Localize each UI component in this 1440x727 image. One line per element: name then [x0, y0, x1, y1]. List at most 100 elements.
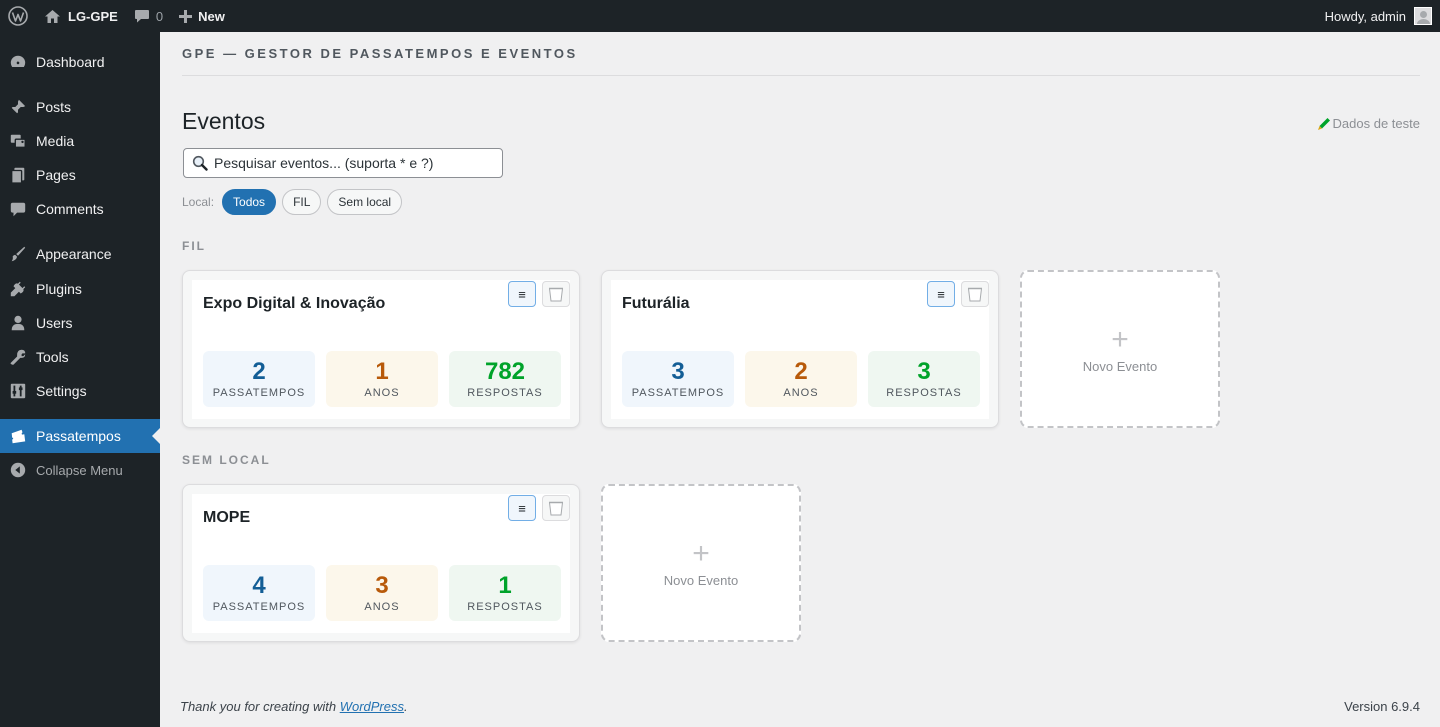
sidebar-item-label: Dashboard	[36, 54, 105, 70]
event-delete-button[interactable]	[542, 281, 570, 307]
event-name: Expo Digital & Inovação	[203, 295, 386, 312]
site-name: LG-GPE	[68, 8, 118, 24]
footer-thanks: Thank you for creating with WordPress.	[180, 699, 408, 714]
menu-icon: ≡	[518, 500, 526, 516]
stat-label: ANOS	[783, 386, 819, 399]
new-label: New	[198, 8, 225, 24]
comment-icon	[134, 9, 149, 22]
event-stats: 2 PASSATEMPOS 1 ANOS 782 RESPOSTAS	[203, 351, 561, 407]
sidebar-item-users[interactable]: Users	[0, 306, 160, 340]
group-title-fil: FIL	[182, 239, 206, 253]
wordpress-link[interactable]: WordPress	[340, 699, 404, 714]
event-card[interactable]: MOPE ≡ 4 PASSATEMPOS 3 ANOS 1 RESPOSTAS	[182, 484, 580, 642]
sidebar-item-label: Plugins	[36, 281, 82, 297]
test-data-label: Dados de teste	[1332, 116, 1420, 131]
stat-label: PASSATEMPOS	[212, 600, 306, 613]
sidebar-item-settings[interactable]: Settings	[0, 374, 160, 408]
search-box	[183, 148, 503, 178]
howdy-text: Howdy, admin	[1324, 8, 1406, 24]
new-event-label: Novo Evento	[663, 572, 739, 588]
search-input[interactable]	[214, 155, 494, 171]
sidebar-item-tools[interactable]: Tools	[0, 340, 160, 374]
settings-icon	[0, 382, 36, 400]
pushpin-icon	[0, 98, 36, 116]
event-delete-button[interactable]	[542, 495, 570, 521]
media-icon	[0, 132, 36, 150]
site-name-link[interactable]: LG-GPE	[36, 0, 126, 32]
brush-icon	[0, 245, 36, 263]
trash-icon	[548, 501, 564, 516]
my-account-link[interactable]: Howdy, admin	[1317, 0, 1440, 32]
plus-icon	[179, 9, 193, 23]
stat-label: PASSATEMPOS	[631, 386, 725, 399]
stat-label: ANOS	[364, 386, 400, 399]
filter-chip-sem-local[interactable]: Sem local	[327, 189, 403, 215]
wordpress-logo-icon[interactable]	[0, 0, 36, 32]
sidebar-item-label: Posts	[36, 99, 72, 115]
stat-value: 3	[917, 357, 931, 385]
event-menu-button[interactable]: ≡	[927, 281, 955, 307]
event-card[interactable]: Expo Digital & Inovação ≡ 2 PASSATEMPOS 1…	[182, 270, 580, 428]
filter-label: Local:	[182, 195, 215, 209]
sidebar-item-media[interactable]: Media	[0, 124, 160, 158]
sidebar-item-label: Collapse Menu	[36, 462, 123, 478]
stat-label: PASSATEMPOS	[212, 386, 306, 399]
sidebar-item-plugins[interactable]: Plugins	[0, 272, 160, 306]
stat-respostas: 3 RESPOSTAS	[868, 351, 980, 407]
wrench-icon	[0, 348, 36, 366]
sidebar-item-comments[interactable]: Comments	[0, 192, 160, 226]
new-event-label: Novo Evento	[1082, 358, 1158, 374]
new-event-card[interactable]: + Novo Evento	[1020, 270, 1220, 428]
location-filters: Local: Todos FIL Sem local	[182, 189, 403, 215]
stat-label: RESPOSTAS	[886, 386, 962, 399]
plugin-header: GPE — GESTOR DE PASSATEMPOS E EVENTOS	[182, 46, 578, 61]
stat-value: 782	[484, 357, 526, 385]
event-name: MOPE	[203, 509, 251, 526]
sidebar-item-label: Passatempos	[36, 428, 121, 444]
header-divider	[182, 75, 1420, 76]
event-delete-button[interactable]	[961, 281, 989, 307]
plus-icon: +	[1111, 322, 1129, 356]
trash-icon	[548, 287, 564, 302]
comment-icon	[0, 200, 36, 218]
event-card[interactable]: Futurália ≡ 3 PASSATEMPOS 2 ANOS 3 RESPOSTA…	[601, 270, 999, 428]
filter-chip-todos[interactable]: Todos	[222, 189, 277, 215]
stat-value: 3	[671, 357, 685, 385]
sidebar-item-dashboard[interactable]: Dashboard	[0, 45, 160, 79]
plugin-icon	[0, 280, 36, 298]
stat-value: 2	[794, 357, 808, 385]
event-menu-button[interactable]: ≡	[508, 495, 536, 521]
sidebar-item-pages[interactable]: Pages	[0, 158, 160, 192]
sidebar-item-label: Users	[36, 315, 73, 331]
sidebar-item-passatempos[interactable]: Passatempos	[0, 419, 160, 453]
stat-value: 3	[375, 571, 389, 599]
sidebar-item-label: Appearance	[36, 246, 112, 262]
page-title: Eventos	[182, 108, 266, 134]
new-event-card[interactable]: + Novo Evento	[601, 484, 801, 642]
collapse-icon	[0, 461, 36, 479]
footer-thanks-prefix: Thank you for creating with	[180, 699, 340, 714]
event-stats: 3 PASSATEMPOS 2 ANOS 3 RESPOSTAS	[622, 351, 980, 407]
test-data-link[interactable]: Dados de teste	[1317, 116, 1420, 131]
sidebar-item-posts[interactable]: Posts	[0, 90, 160, 124]
new-content-link[interactable]: New	[171, 0, 233, 32]
event-menu-button[interactable]: ≡	[508, 281, 536, 307]
sidebar-item-appearance[interactable]: Appearance	[0, 237, 160, 271]
stat-label: RESPOSTAS	[467, 600, 543, 613]
stat-anos: 2 ANOS	[745, 351, 857, 407]
stat-value: 2	[252, 357, 266, 385]
filter-chip-fil[interactable]: FIL	[282, 189, 322, 215]
stat-anos: 3 ANOS	[326, 565, 438, 621]
collapse-menu-button[interactable]: Collapse Menu	[0, 453, 160, 487]
search-icon	[192, 155, 208, 171]
event-stats: 4 PASSATEMPOS 3 ANOS 1 RESPOSTAS	[203, 565, 561, 621]
stat-anos: 1 ANOS	[326, 351, 438, 407]
menu-icon: ≡	[518, 286, 526, 302]
stat-value: 1	[498, 571, 512, 599]
event-card-body: Futurália ≡ 3 PASSATEMPOS 2 ANOS 3 RESPOSTA…	[611, 280, 989, 419]
footer-version: Version 6.9.4	[1344, 699, 1420, 714]
tickets-icon	[0, 427, 36, 445]
comments-count: 0	[155, 8, 164, 24]
sidebar-item-label: Pages	[36, 167, 76, 183]
comments-link[interactable]: 0	[126, 0, 171, 32]
